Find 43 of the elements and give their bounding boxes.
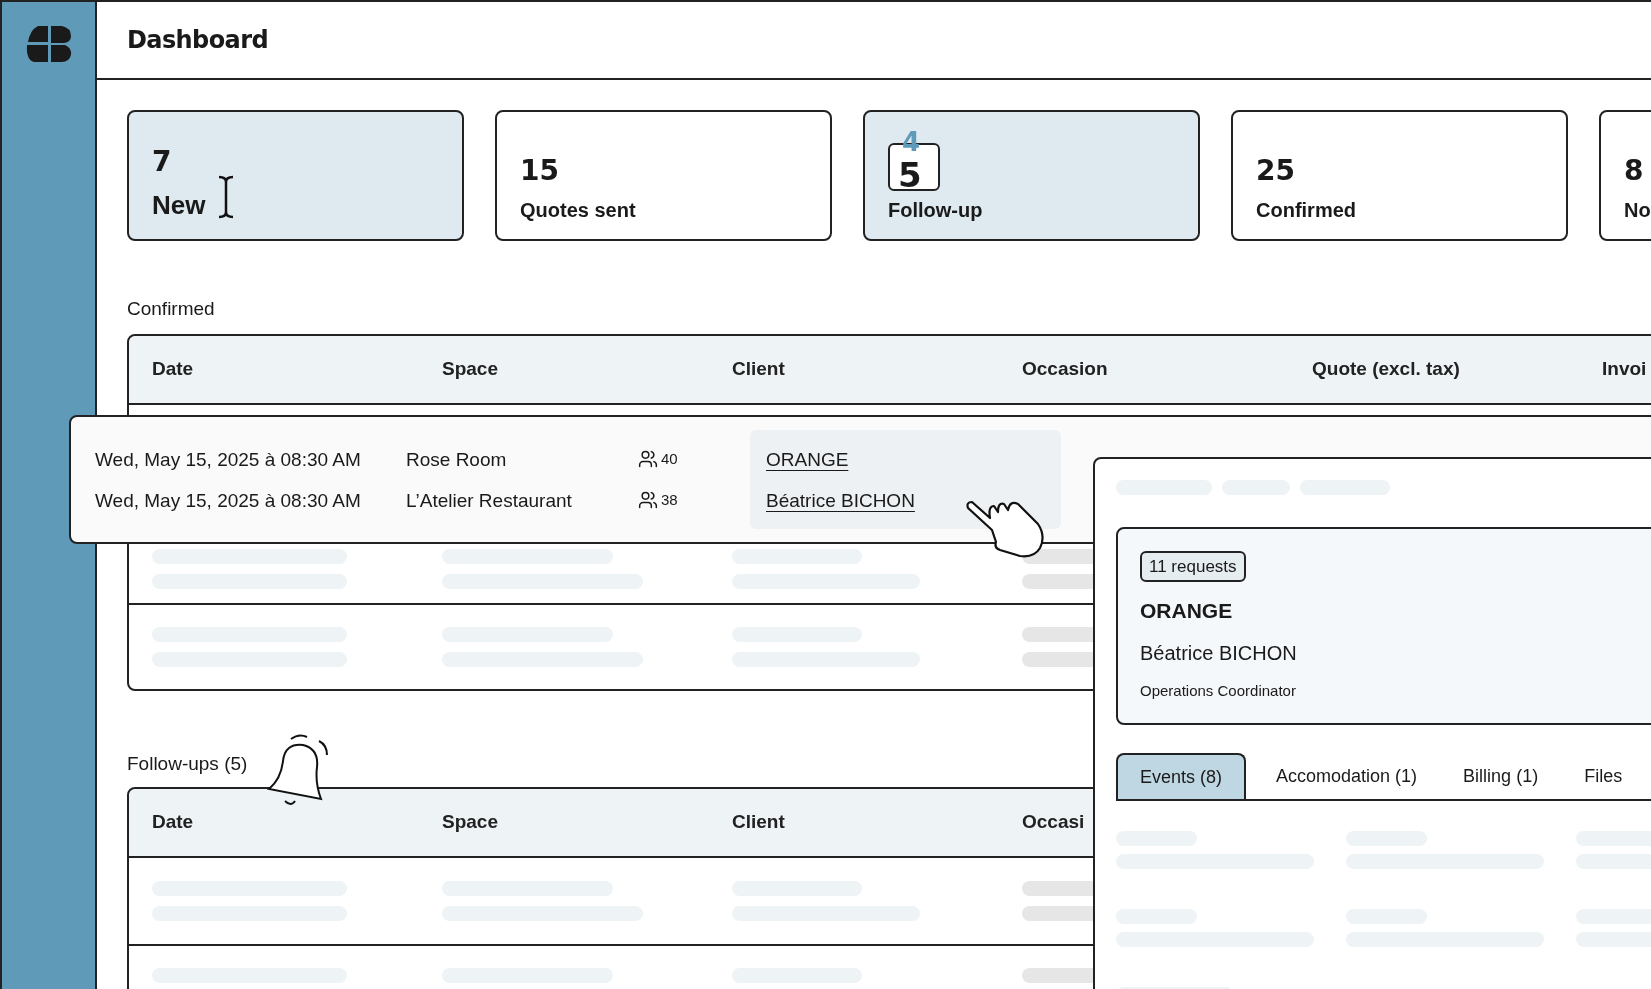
client-link[interactable]: Béatrice BICHON	[766, 488, 915, 512]
card-label: Confirmed	[1256, 198, 1356, 223]
section-title: Follow-ups (5)	[127, 753, 248, 774]
client-link[interactable]: ORANGE	[766, 447, 849, 471]
column-header: Space	[442, 811, 498, 833]
space-text: L’Atelier Restaurant	[406, 488, 573, 512]
stat-card[interactable]: 15 Quotes sent	[495, 110, 832, 241]
card-count: 25	[1256, 157, 1295, 185]
contact-name: Béatrice BICHON	[1140, 640, 1297, 666]
column-header: Date	[152, 811, 194, 833]
page-title: Dashboard	[127, 25, 268, 56]
card-count: 5	[898, 158, 922, 192]
column-header: Occasion	[1022, 358, 1108, 380]
contact-role: Operations Coordinator	[1140, 680, 1296, 701]
request-count-badge: 11 requests	[1140, 551, 1246, 582]
column-header: Quote (excl. tax)	[1312, 358, 1460, 380]
guest-count: 40	[661, 448, 678, 469]
card-label: Follow-up	[888, 198, 983, 223]
card-label: New	[152, 189, 206, 222]
stat-card[interactable]: 25 Confirmed	[1231, 110, 1568, 241]
company-name: ORANGE	[1140, 598, 1233, 624]
column-header: Date	[152, 358, 194, 380]
column-header: Space	[442, 358, 498, 380]
card-label: Quotes sent	[520, 198, 636, 223]
space-text: Rose Room	[406, 447, 508, 471]
date-text: Wed, May 15, 2025 à 08:30 AM	[95, 488, 362, 512]
tab[interactable]: Files	[1562, 753, 1645, 799]
card-label: No	[1624, 198, 1651, 223]
date-text: Wed, May 15, 2025 à 08:30 AM	[95, 447, 362, 471]
card-count: 15	[520, 157, 559, 185]
column-header: Client	[732, 811, 785, 833]
tab[interactable]: Billing (1)	[1441, 753, 1561, 799]
tab[interactable]: Events (8)	[1116, 753, 1247, 799]
stat-card[interactable]: 7 New	[127, 110, 464, 241]
column-header: Invoi	[1602, 358, 1647, 380]
section-title: Confirmed	[127, 299, 215, 318]
guest-count: 38	[661, 489, 678, 510]
card-count: 8	[1624, 157, 1644, 185]
tab[interactable]: Accomodation (1)	[1254, 753, 1440, 799]
column-header: Occasi	[1022, 811, 1085, 833]
column-header: Client	[732, 358, 785, 380]
stat-card[interactable]: 8 No	[1599, 110, 1651, 241]
card-count: 7	[152, 148, 172, 176]
